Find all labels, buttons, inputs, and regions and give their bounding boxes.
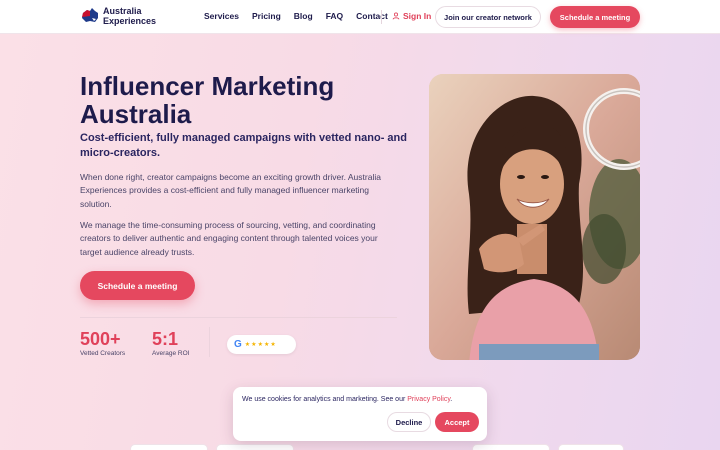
cookie-message: We use cookies for analytics and marketi… bbox=[242, 396, 452, 403]
stat-vetted-creators-value: 500+ bbox=[80, 329, 121, 349]
nav-divider bbox=[381, 10, 382, 24]
brand-name: Australia Experiences bbox=[103, 6, 156, 26]
feature-card-peek bbox=[558, 444, 624, 450]
hero-schedule-meeting-button[interactable]: Schedule a meeting bbox=[80, 271, 195, 300]
nav-services[interactable]: Services bbox=[204, 11, 239, 21]
nav-blog[interactable]: Blog bbox=[294, 11, 313, 21]
cookie-period: . bbox=[450, 396, 453, 403]
brand-logo[interactable]: Australia Experiences bbox=[80, 6, 156, 26]
header-schedule-meeting-button[interactable]: Schedule a meeting bbox=[550, 6, 640, 28]
australia-map-icon bbox=[82, 8, 98, 22]
google-reviews-badge[interactable]: G ★★★★★ bbox=[227, 335, 296, 354]
star-icon: ★ bbox=[270, 342, 277, 348]
nav-faq[interactable]: FAQ bbox=[326, 11, 343, 21]
brand-name-line1: Australia bbox=[103, 6, 142, 16]
nav-pricing[interactable]: Pricing bbox=[252, 11, 281, 21]
site-header: Australia Experiences Services Pricing B… bbox=[0, 0, 720, 34]
cookie-text: We use cookies for analytics and marketi… bbox=[242, 396, 406, 403]
user-icon bbox=[392, 12, 400, 20]
sign-in-label: Sign In bbox=[403, 11, 432, 21]
privacy-policy-link[interactable]: Privacy Policy bbox=[407, 396, 450, 403]
stat-average-roi-label: Average ROI bbox=[152, 350, 190, 357]
feature-card-peek bbox=[472, 444, 550, 450]
main-nav: Services Pricing Blog FAQ Contact bbox=[204, 11, 401, 21]
nav-contact[interactable]: Contact bbox=[356, 11, 388, 21]
brand-name-line2: Experiences bbox=[103, 16, 157, 26]
star-rating: ★★★★★ bbox=[245, 341, 277, 348]
feature-card-peek bbox=[216, 444, 294, 450]
hero-subtitle: Cost-efficient, fully managed campaigns … bbox=[80, 132, 407, 159]
hero-photo bbox=[429, 74, 640, 360]
stats-vertical-divider bbox=[209, 327, 210, 357]
feature-card-peek bbox=[130, 444, 208, 450]
google-icon: G bbox=[234, 339, 242, 350]
hero-title: Influencer Marketing Australia bbox=[80, 71, 335, 129]
hero-paragraph-1: When done right, creator campaigns becom… bbox=[80, 172, 381, 209]
hero-paragraph-2: We manage the time-consuming process of … bbox=[80, 220, 378, 257]
cookie-accept-button[interactable]: Accept bbox=[435, 412, 479, 432]
influencer-portrait-illustration bbox=[429, 74, 640, 360]
join-creator-network-button[interactable]: Join our creator network bbox=[435, 6, 541, 28]
cookie-decline-button[interactable]: Decline bbox=[387, 412, 431, 432]
stats-divider bbox=[80, 317, 397, 318]
stat-vetted-creators-label: Vetted Creators bbox=[80, 350, 126, 357]
stat-average-roi-value: 5:1 bbox=[152, 329, 179, 349]
cookie-banner: We use cookies for analytics and marketi… bbox=[233, 387, 487, 441]
sign-in-link[interactable]: Sign In bbox=[392, 11, 431, 21]
